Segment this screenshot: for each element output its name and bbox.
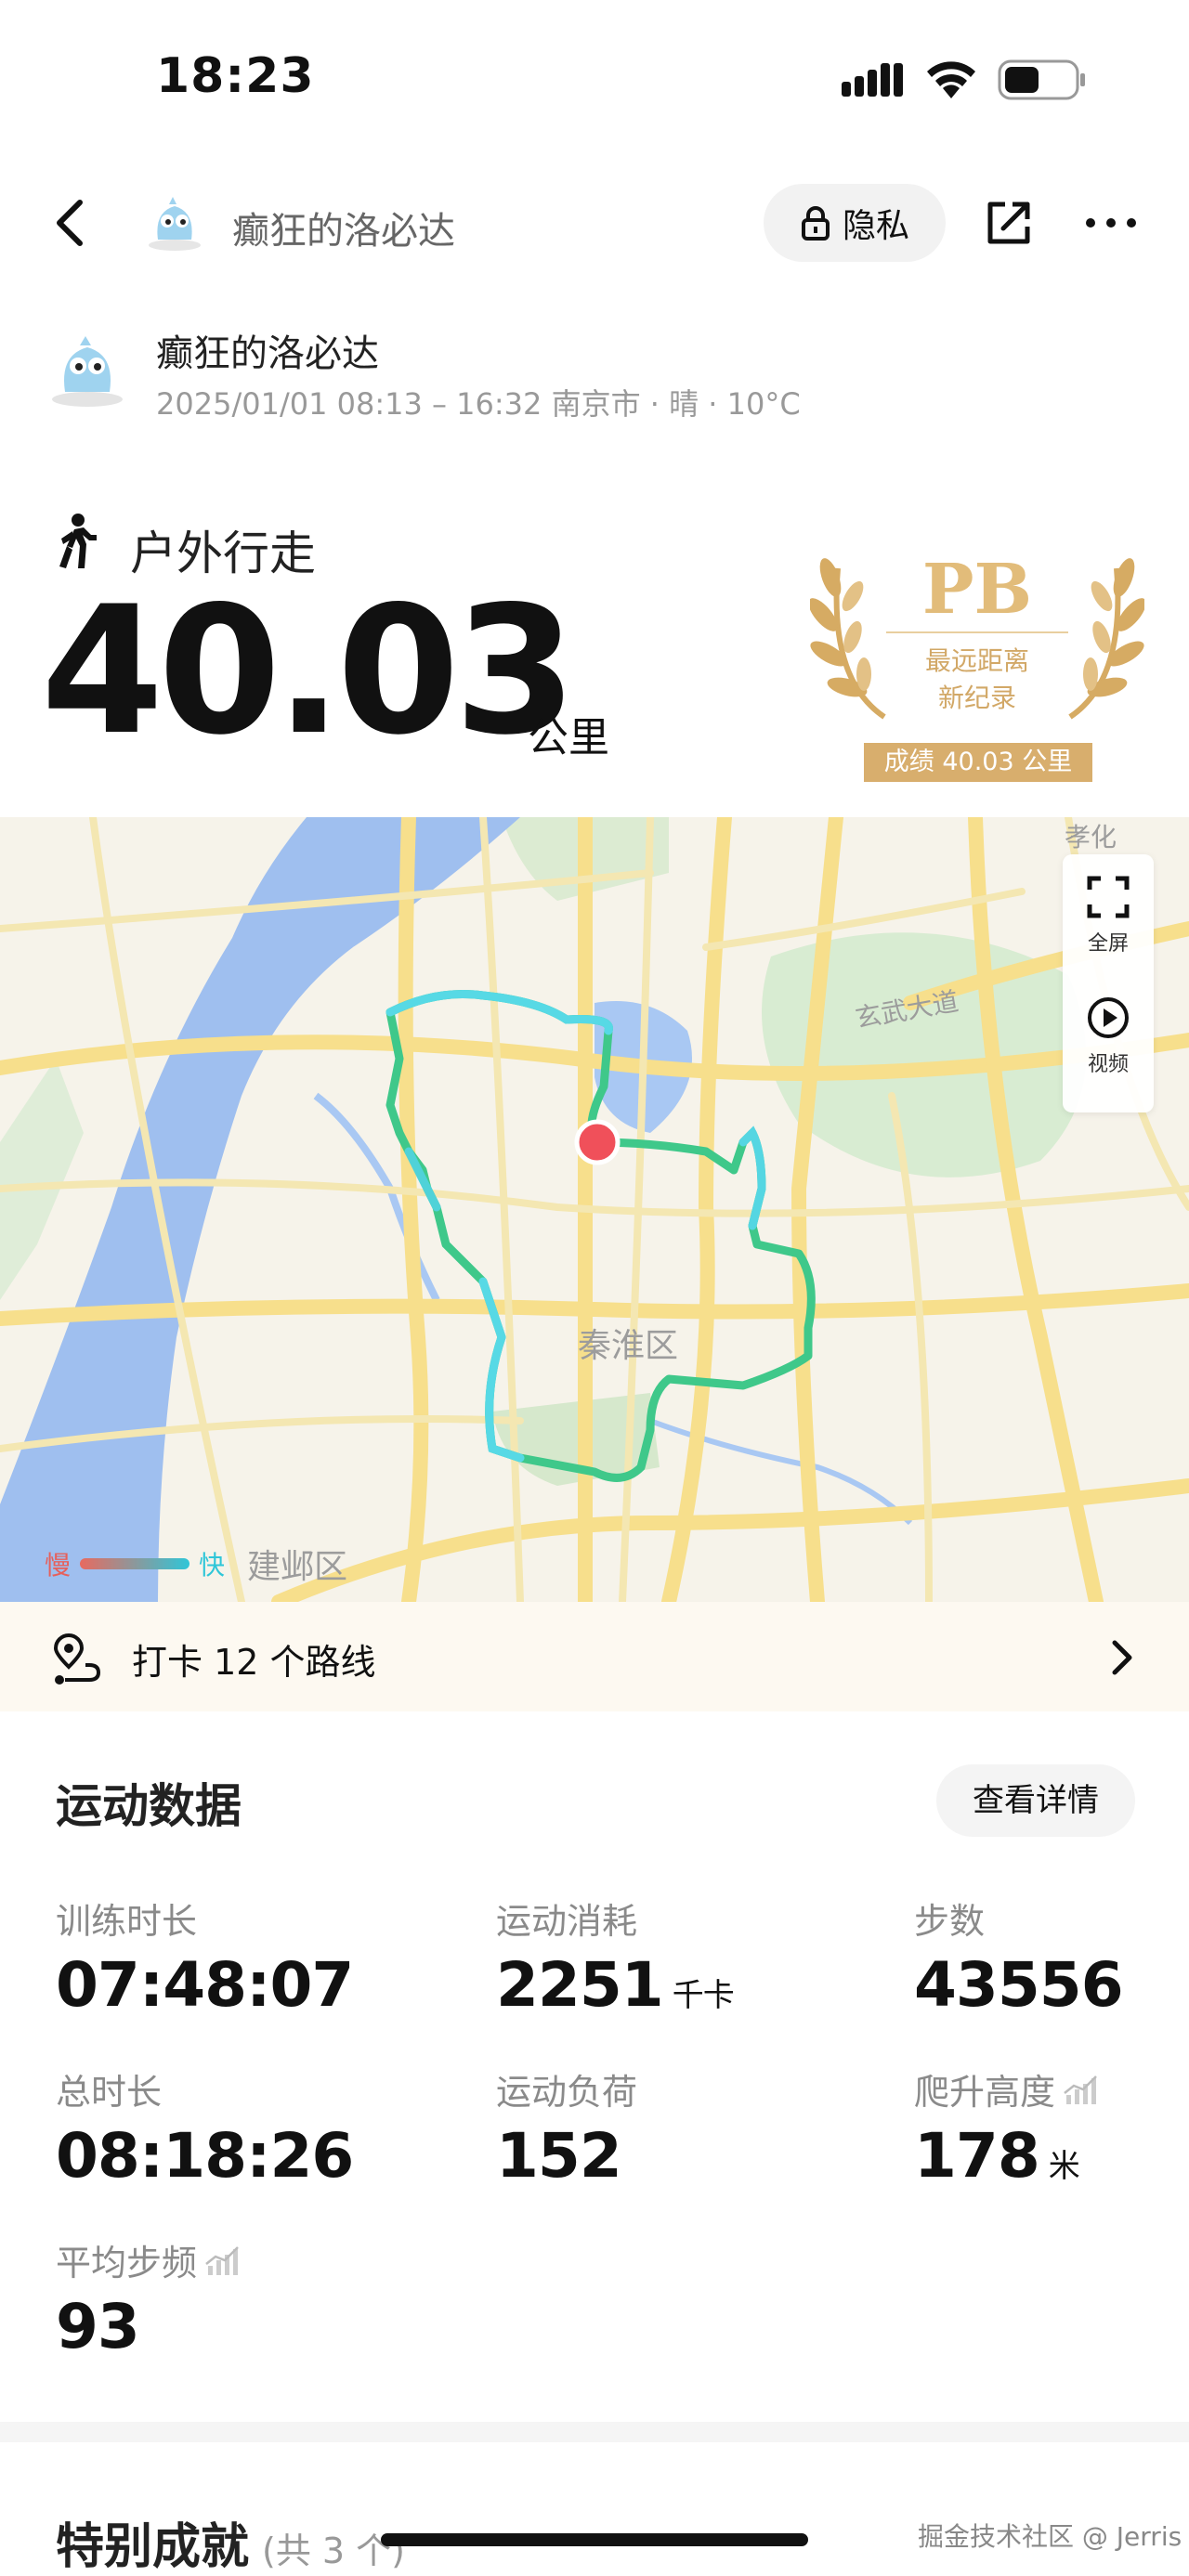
checkin-routes-row[interactable]: 打卡 12 个路线	[0, 1602, 1189, 1711]
user-avatar[interactable]	[48, 331, 126, 409]
fullscreen-icon	[1087, 876, 1130, 918]
legend-slow: 慢	[45, 1550, 72, 1581]
nav-title: 癫狂的洛必达	[232, 210, 455, 253]
section-divider	[0, 2422, 1189, 2442]
pb-desc-line1: 最远距离	[924, 645, 1029, 676]
checkin-text: 打卡 12 个路线	[132, 1642, 376, 1683]
video-label: 视频	[1087, 1053, 1129, 1076]
stat-value: 43556	[914, 1949, 1124, 2021]
pb-desc-line2: 新纪录	[937, 683, 1016, 713]
chart-trend-icon	[1064, 2075, 1097, 2104]
stat-value: 08:18:26	[56, 2120, 354, 2192]
view-details-button[interactable]: 查看详情	[936, 1764, 1135, 1837]
stat-steps: 步数 43556	[914, 1893, 1124, 2021]
pb-badge[interactable]: PB 最远距离 新纪录 成绩 40.03 公里	[810, 540, 1144, 791]
pb-record: 成绩 40.03 公里	[864, 743, 1092, 782]
distance-value: 40.03	[41, 568, 577, 774]
stat-label: 运动消耗	[496, 1901, 638, 1942]
achievements-heading[interactable]: 特别成就 (共 3 个)	[56, 2507, 405, 2576]
cellular-signal-icon	[842, 63, 903, 97]
privacy-label: 隐私	[842, 207, 909, 245]
stat-elevation-gain[interactable]: 爬升高度 178 米	[914, 2063, 1100, 2192]
stat-value: 152	[496, 2120, 622, 2192]
stat-label: 总时长	[56, 2072, 163, 2113]
sports-data-title: 运动数据	[56, 1779, 242, 1833]
stat-value: 93	[56, 2291, 140, 2362]
stat-value: 2251	[496, 1949, 664, 2021]
stat-label: 运动负荷	[496, 2072, 638, 2113]
chevron-right-icon	[1112, 1640, 1132, 1675]
status-time: 18:23	[156, 48, 315, 104]
stat-label: 训练时长	[56, 1901, 198, 1942]
activity-meta: 2025/01/01 08:13 – 16:32 南京市 · 晴 · 10°C	[156, 386, 801, 422]
stat-total-duration: 总时长 08:18:26	[56, 2063, 354, 2192]
stat-training-load: 运动负荷 152	[496, 2063, 637, 2192]
stat-label: 爬升高度	[914, 2072, 1056, 2113]
video-button[interactable]: 视频	[1063, 995, 1154, 1077]
stat-unit: 米	[1048, 2148, 1080, 2185]
more-icon[interactable]	[1083, 210, 1139, 236]
route-map[interactable]: 秦淮区 建邺区 玄武大道 孝化	[0, 817, 1189, 1602]
home-indicator[interactable]	[381, 2533, 808, 2546]
achievements-title: 特别成就	[56, 2519, 250, 2575]
pb-divider	[886, 631, 1068, 633]
stat-unit: 千卡	[672, 1977, 735, 2014]
stat-value: 178	[914, 2120, 1040, 2192]
distance-unit: 公里	[528, 714, 609, 761]
map-controls: 全屏 视频	[1063, 854, 1154, 1112]
stat-cadence[interactable]: 平均步频 93	[56, 2234, 242, 2362]
status-bar: 18:23	[0, 0, 1189, 158]
wifi-icon	[927, 61, 975, 98]
route-pin-icon	[53, 1633, 101, 1685]
play-icon	[1088, 997, 1129, 1038]
walking-icon	[59, 514, 97, 568]
stat-label: 平均步频	[56, 2243, 198, 2283]
user-name[interactable]: 癫狂的洛必达	[156, 323, 379, 377]
stat-calories: 运动消耗 2251 千卡	[496, 1893, 735, 2021]
fullscreen-button[interactable]: 全屏	[1063, 875, 1154, 956]
nav-bar: 癫狂的洛必达 隐私	[0, 176, 1189, 269]
chart-trend-icon	[205, 2245, 239, 2275]
map-label-corner: 孝化	[1065, 822, 1117, 852]
legend-gradient	[80, 1558, 190, 1569]
share-icon[interactable]	[985, 199, 1033, 247]
watermark: 掘金技术社区 @ Jerris	[918, 2521, 1182, 2552]
map-canvas	[0, 817, 1189, 1602]
privacy-button[interactable]: 隐私	[764, 184, 946, 262]
pb-title: PB	[921, 550, 1033, 630]
speed-legend: 慢 快	[45, 1545, 225, 1582]
stat-label: 步数	[914, 1901, 986, 1942]
stat-training-duration: 训练时长 07:48:07	[56, 1893, 354, 2021]
fullscreen-label: 全屏	[1087, 932, 1129, 956]
lock-icon	[801, 206, 830, 241]
battery-icon	[998, 59, 1085, 100]
map-label-jianye: 建邺区	[247, 1548, 348, 1586]
map-label-qinhuai: 秦淮区	[578, 1327, 679, 1365]
avatar[interactable]	[145, 193, 204, 253]
back-arrow-icon[interactable]	[48, 195, 91, 251]
stat-value: 07:48:07	[56, 1949, 354, 2021]
legend-fast: 快	[199, 1550, 226, 1581]
